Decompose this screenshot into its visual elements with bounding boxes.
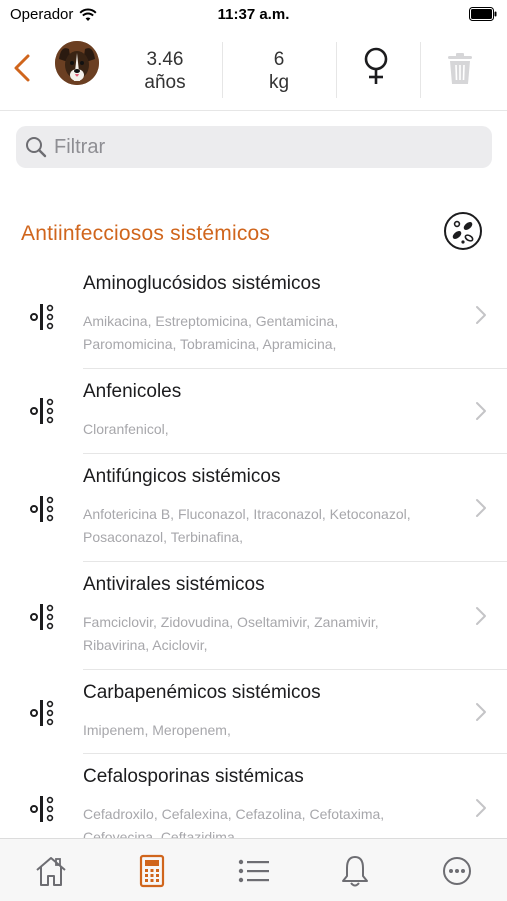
item-subtitle-line: Paromomicina, Tobramicina, Apramicina, xyxy=(83,336,337,352)
dog-photo-icon xyxy=(55,41,99,85)
search-bar[interactable] xyxy=(16,126,492,168)
tab-calculator[interactable] xyxy=(132,851,172,891)
age-value: 3.46 xyxy=(146,49,184,70)
item-subtitle-line: Famciclovir, Zidovudina, Oseltamivir, Za… xyxy=(83,614,379,630)
item-subtitle-line: Cefadroxilo, Cefalexina, Cefazolina, Cef… xyxy=(83,806,385,822)
female-icon[interactable] xyxy=(356,44,396,88)
dosage-sliders-icon xyxy=(30,796,54,822)
patient-header: 3.46 años 6 kg xyxy=(0,30,507,111)
list-item[interactable]: Cefalosporinas sistémicas Cefadroxilo, C… xyxy=(0,754,507,838)
chevron-right-icon xyxy=(476,402,486,420)
item-subtitle-line: Imipenem, Meropenem, xyxy=(83,722,231,738)
dosage-sliders-icon xyxy=(30,604,54,630)
chevron-right-icon xyxy=(476,607,486,625)
item-subtitle: Cloranfenicol, xyxy=(83,418,463,441)
item-subtitle: Amikacina, Estreptomicina, Gentamicina, … xyxy=(83,310,463,356)
item-subtitle: Famciclovir, Zidovudina, Oseltamivir, Za… xyxy=(83,611,463,657)
item-title: Carbapenémicos sistémicos xyxy=(83,682,321,703)
age-unit: años xyxy=(144,72,186,93)
chevron-right-icon xyxy=(476,499,486,517)
item-title: Anfenicoles xyxy=(83,381,182,402)
dosage-sliders-icon xyxy=(30,700,54,726)
item-subtitle: Cefadroxilo, Cefalexina, Cefazolina, Cef… xyxy=(83,803,463,838)
clock: 11:37 a.m. xyxy=(217,6,290,23)
item-subtitle-line: Ribavirina, Aciclovir, xyxy=(83,637,208,653)
tab-notifications[interactable] xyxy=(335,851,375,891)
search-input[interactable] xyxy=(52,134,476,160)
tab-home[interactable] xyxy=(31,851,71,891)
list-item[interactable]: Antivirales sistémicos Famciclovir, Zido… xyxy=(0,562,507,670)
item-title: Aminoglucósidos sistémicos xyxy=(83,273,321,294)
tab-more[interactable] xyxy=(437,851,477,891)
back-button[interactable] xyxy=(8,50,36,86)
divider xyxy=(222,42,223,98)
trash-button[interactable] xyxy=(440,50,480,94)
more-icon xyxy=(443,857,471,885)
list-icon xyxy=(238,859,269,883)
item-subtitle-line: Cloranfenicol, xyxy=(83,421,169,437)
dosage-sliders-icon xyxy=(30,304,54,330)
weight-unit: kg xyxy=(268,72,290,93)
list-item[interactable]: Anfenicoles Cloranfenicol, xyxy=(0,369,507,454)
home-icon xyxy=(36,857,66,886)
list-item[interactable]: Antifúngicos sistémicos Anfotericina B, … xyxy=(0,454,507,562)
bell-icon xyxy=(342,856,368,887)
weight-stat: 6 kg xyxy=(224,30,334,100)
dosage-sliders-icon xyxy=(30,496,54,522)
item-subtitle-line: Anfotericina B, Fluconazol, Itraconazol,… xyxy=(83,506,411,522)
calculator-icon xyxy=(139,854,165,888)
section-title: Antiinfecciosos sistémicos xyxy=(21,222,271,245)
age-stat: 3.46 años xyxy=(110,30,220,100)
chevron-right-icon xyxy=(476,799,486,817)
tab-list[interactable] xyxy=(234,851,274,891)
item-subtitle: Imipenem, Meropenem, xyxy=(83,719,463,742)
item-title: Antivirales sistémicos xyxy=(83,574,265,595)
item-subtitle-line: Amikacina, Estreptomicina, Gentamicina, xyxy=(83,313,339,329)
chevron-right-icon xyxy=(476,306,486,324)
avatar[interactable] xyxy=(55,41,99,85)
divider xyxy=(336,42,337,98)
weight-value: 6 xyxy=(273,49,285,70)
battery-icon xyxy=(469,7,497,21)
item-title: Antifúngicos sistémicos xyxy=(83,466,281,487)
tab-bar xyxy=(0,838,507,901)
status-bar: Operador 11:37 a.m. xyxy=(0,0,507,28)
chevron-right-icon xyxy=(476,703,486,721)
bacteria-icon xyxy=(444,212,482,250)
item-subtitle-line: Posaconazol, Terbinafina, xyxy=(83,529,244,545)
divider xyxy=(420,42,421,98)
dosage-sliders-icon xyxy=(30,398,54,424)
item-subtitle: Anfotericina B, Fluconazol, Itraconazol,… xyxy=(83,503,463,549)
list-item[interactable]: Aminoglucósidos sistémicos Amikacina, Es… xyxy=(0,262,507,369)
item-subtitle-line: Cefovecina, Ceftazidima, xyxy=(83,829,239,838)
search-icon xyxy=(26,137,47,158)
list-item[interactable]: Carbapenémicos sistémicos Imipenem, Mero… xyxy=(0,670,507,754)
item-title: Cefalosporinas sistémicas xyxy=(83,766,304,787)
